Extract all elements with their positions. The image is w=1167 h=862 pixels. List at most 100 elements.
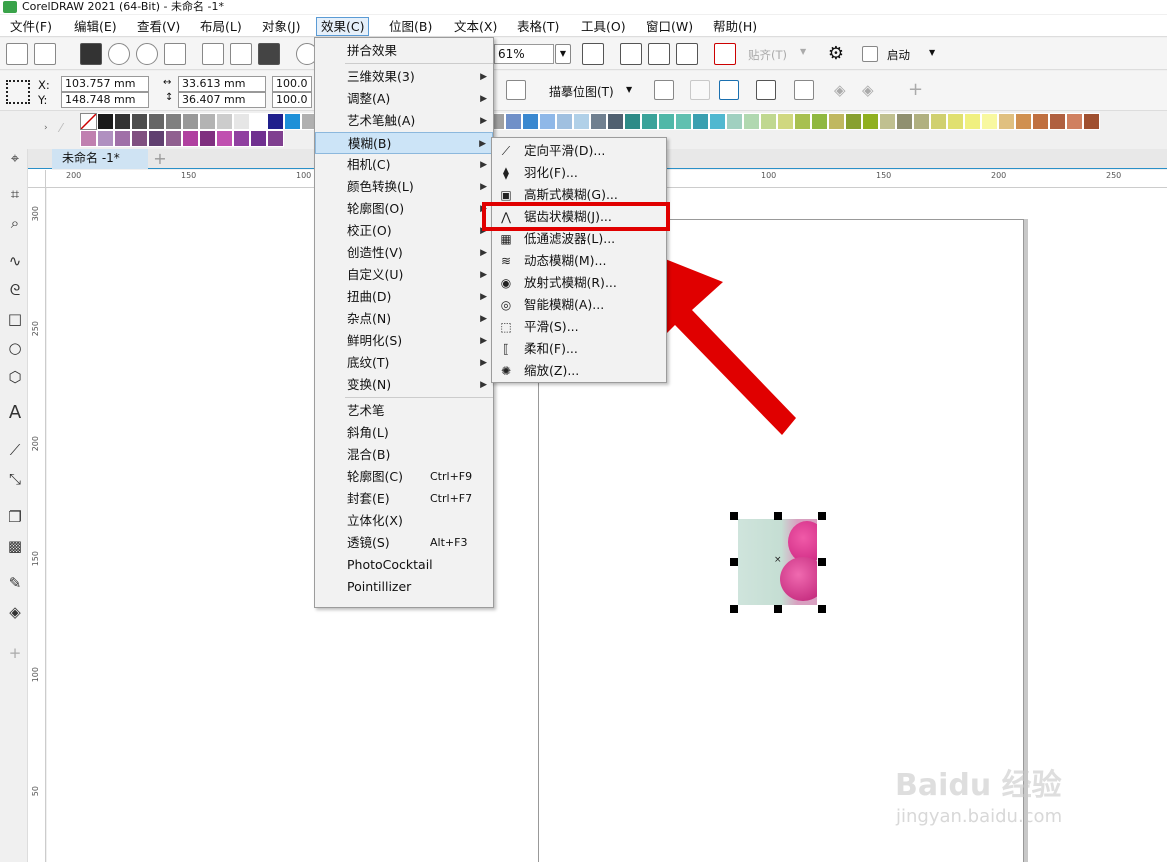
palette-swatch[interactable] <box>216 113 233 130</box>
zoom-tool-icon[interactable]: ⌕ <box>6 214 24 232</box>
scale-y-field[interactable]: 100.0 <box>272 92 312 108</box>
palette-swatch[interactable] <box>182 113 199 130</box>
crop-bitmap-icon[interactable] <box>690 80 710 100</box>
trace-bitmap-button[interactable]: 描摹位图(T) <box>549 83 614 100</box>
document-tab[interactable]: 未命名 -1* <box>52 149 148 169</box>
effects-menu-item[interactable]: PhotoCocktail <box>315 554 493 576</box>
selection-handle[interactable] <box>774 605 782 613</box>
menu-object[interactable]: 对象(J) <box>258 17 304 36</box>
blur-submenu-item[interactable]: ⬚ 平滑(S)... <box>492 316 666 338</box>
options-gear-icon[interactable]: ⚙ <box>826 44 846 64</box>
selection-handle[interactable] <box>730 558 738 566</box>
palette-swatch[interactable] <box>182 130 199 147</box>
object-origin-icon[interactable] <box>6 80 30 104</box>
palette-swatch[interactable] <box>1015 113 1032 130</box>
x-position-field[interactable]: 103.757 mm <box>61 76 149 92</box>
bitmap-color-mask-icon[interactable] <box>719 80 739 100</box>
transparency-tool-icon[interactable]: ▩ <box>6 537 24 555</box>
effects-menu-item[interactable]: Pointillizer <box>315 576 493 598</box>
zoom-level-field[interactable]: 61% <box>494 44 554 64</box>
snap-off-icon[interactable] <box>714 43 736 65</box>
trace-chevron-down-icon[interactable]: ▼ <box>626 85 632 94</box>
palette-swatch[interactable] <box>233 113 250 130</box>
unstack-layers-icon[interactable]: ◈ <box>862 81 880 99</box>
drop-shadow-tool-icon[interactable]: ❐ <box>6 508 24 526</box>
text-tool-icon[interactable]: A <box>6 404 24 422</box>
snap-chevron-down-icon[interactable]: ▼ <box>800 47 806 56</box>
palette-swatch[interactable] <box>148 113 165 130</box>
palette-swatch[interactable] <box>267 130 284 147</box>
full-screen-icon[interactable] <box>582 43 604 65</box>
cloud-upload-icon[interactable] <box>108 43 130 65</box>
show-grid-icon[interactable] <box>648 43 670 65</box>
palette-swatch[interactable] <box>80 113 97 130</box>
show-guides-icon[interactable] <box>676 43 698 65</box>
effects-menu-item[interactable]: 模糊(B) ▶ <box>315 132 493 154</box>
effects-menu-item[interactable]: 调整(A) ▶ <box>315 88 493 110</box>
palette-swatch[interactable] <box>250 113 267 130</box>
stack-layers-icon[interactable]: ◈ <box>834 81 852 99</box>
selected-bitmap[interactable]: × <box>738 519 817 605</box>
palette-swatch[interactable] <box>777 113 794 130</box>
artistic-media-tool-icon[interactable]: ᘓ <box>6 281 24 299</box>
palette-swatch[interactable] <box>1066 113 1083 130</box>
add-plus-icon[interactable]: + <box>908 79 926 100</box>
effects-menu-item[interactable]: 轮廓图(C) Ctrl+F9 <box>315 466 493 488</box>
effects-menu-item[interactable]: 变换(N) ▶ <box>315 374 493 396</box>
palette-swatch[interactable] <box>896 113 913 130</box>
scale-x-field[interactable]: 100.0 <box>272 76 312 92</box>
palette-swatch[interactable] <box>760 113 777 130</box>
palette-swatch[interactable] <box>641 113 658 130</box>
menu-edit[interactable]: 编辑(E) <box>70 17 121 36</box>
palette-swatch[interactable] <box>658 113 675 130</box>
palette-swatch[interactable] <box>267 113 284 130</box>
launch-label[interactable]: 启动 <box>887 47 910 63</box>
effects-menu-item[interactable]: 校正(O) ▶ <box>315 220 493 242</box>
palette-swatch[interactable] <box>556 113 573 130</box>
palette-swatch[interactable] <box>165 113 182 130</box>
effects-menu-item[interactable]: 艺术笔 <box>315 400 493 422</box>
menu-layout[interactable]: 布局(L) <box>196 17 246 36</box>
palette-swatch[interactable] <box>216 130 233 147</box>
blur-submenu-item[interactable]: ▦ 低通滤波器(L)... <box>492 228 666 250</box>
palette-swatch[interactable] <box>743 113 760 130</box>
palette-swatch[interactable] <box>828 113 845 130</box>
ruler-origin-icon[interactable] <box>28 170 46 188</box>
blur-submenu-item[interactable]: ✺ 缩放(Z)... <box>492 360 666 382</box>
menu-table[interactable]: 表格(T) <box>513 17 563 36</box>
new-tab-plus-icon[interactable]: + <box>150 149 170 169</box>
palette-swatch[interactable] <box>998 113 1015 130</box>
blur-submenu-item[interactable]: ⧫ 羽化(F)... <box>492 162 666 184</box>
palette-swatch[interactable] <box>97 113 114 130</box>
palette-swatch[interactable] <box>539 113 556 130</box>
crop-tool-icon[interactable]: ⌗ <box>6 185 24 203</box>
effects-menu-item[interactable]: 封套(E) Ctrl+F7 <box>315 488 493 510</box>
launch-chevron-down-icon[interactable]: ▼ <box>929 48 935 57</box>
freehand-tool-icon[interactable]: ∿ <box>6 252 24 270</box>
effects-menu-item[interactable]: 斜角(L) <box>315 422 493 444</box>
save-icon[interactable] <box>80 43 102 65</box>
height-field[interactable]: 36.407 mm <box>178 92 266 108</box>
palette-swatch[interactable] <box>692 113 709 130</box>
effects-menu-item[interactable]: 底纹(T) ▶ <box>315 352 493 374</box>
palette-swatch[interactable] <box>709 113 726 130</box>
palette-swatch[interactable] <box>624 113 641 130</box>
menu-tools[interactable]: 工具(O) <box>577 17 630 36</box>
palette-swatch[interactable] <box>981 113 998 130</box>
palette-swatch[interactable] <box>675 113 692 130</box>
blur-submenu-item[interactable]: ◎ 智能模糊(A)... <box>492 294 666 316</box>
effects-menu-item[interactable]: 艺术笔触(A) ▶ <box>315 110 493 132</box>
dimension-tool-icon[interactable]: ⟋ <box>6 441 24 459</box>
effects-menu-item[interactable]: 立体化(X) <box>315 510 493 532</box>
palette-swatch[interactable] <box>165 130 182 147</box>
selection-handle[interactable] <box>774 512 782 520</box>
new-document-icon[interactable] <box>6 43 28 65</box>
eyedropper-icon[interactable]: ⁄ <box>60 121 76 137</box>
palette-swatch[interactable] <box>522 113 539 130</box>
effects-menu-item[interactable]: 杂点(N) ▶ <box>315 308 493 330</box>
selection-handle[interactable] <box>818 605 826 613</box>
snap-to-label[interactable]: 贴齐(T) <box>748 47 787 63</box>
vertical-ruler[interactable]: 300 250 200 150 100 50 <box>28 188 46 862</box>
effects-menu-item[interactable]: 轮廓图(O) ▶ <box>315 198 493 220</box>
palette-swatch[interactable] <box>284 113 301 130</box>
